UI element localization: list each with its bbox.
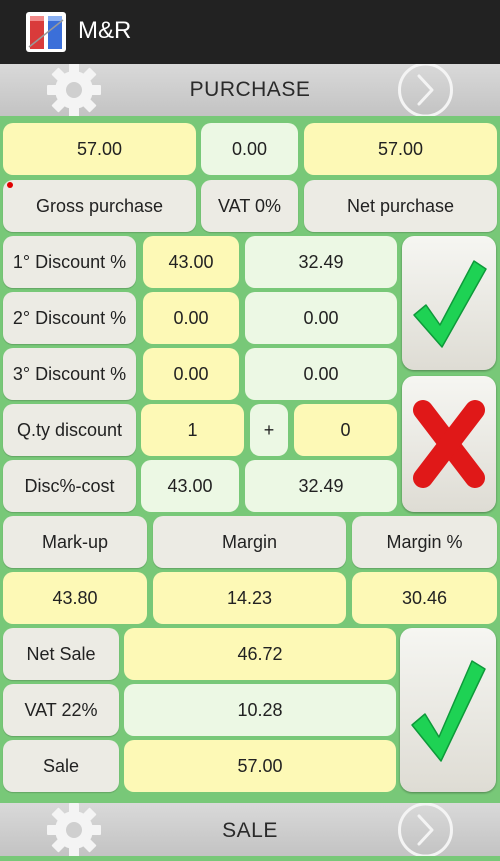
selected-indicator-dot [7, 182, 13, 188]
markup-input[interactable]: 43.80 [3, 572, 147, 624]
confirm-sale-button[interactable] [400, 628, 496, 792]
confirm-discount-button[interactable] [402, 236, 496, 370]
vat-rate-button[interactable]: VAT 0% [201, 180, 298, 232]
discount-2-value: 0.00 [245, 292, 397, 344]
markup-label: Mark-up [41, 531, 108, 552]
gross-purchase-input[interactable]: 57.00 [3, 123, 196, 175]
margin-label: Margin [221, 531, 278, 552]
discount-3-percent-input[interactable]: 0.00 [143, 348, 239, 400]
cross-icon [413, 400, 485, 488]
purchase-vat-value: 0.00 [201, 123, 298, 175]
disc-cost-label[interactable]: Disc%-cost [3, 460, 136, 512]
markup-button[interactable]: Mark-up [3, 516, 147, 568]
sale-label[interactable]: Sale [3, 740, 119, 792]
margin-percent-button[interactable]: Margin % [352, 516, 497, 568]
margin-percent-input[interactable]: 30.46 [352, 572, 497, 624]
discount-1-value: 32.49 [245, 236, 397, 288]
discount-1-label[interactable]: 1° Discount % [3, 236, 136, 288]
app-title: M&R [78, 17, 132, 44]
discount-1-percent-input[interactable]: 43.00 [143, 236, 239, 288]
discount-2-label[interactable]: 2° Discount % [3, 292, 136, 344]
net-purchase-input[interactable]: 57.00 [304, 123, 497, 175]
net-sale-label[interactable]: Net Sale [3, 628, 119, 680]
qty-discount-plus-sign: + [250, 404, 288, 456]
qty-discount-quantity-input[interactable]: 1 [141, 404, 244, 456]
net-purchase-button[interactable]: Net purchase [304, 180, 497, 232]
discount-3-value: 0.00 [245, 348, 397, 400]
cancel-discount-button[interactable] [402, 376, 496, 512]
app-icon [26, 12, 66, 52]
gross-purchase-button[interactable]: Gross purchase [3, 180, 196, 232]
net-purchase-label: Net purchase [346, 195, 455, 216]
margin-percent-label: Margin % [386, 531, 463, 552]
qty-discount-free-input[interactable]: 0 [294, 404, 397, 456]
margin-input[interactable]: 14.23 [153, 572, 346, 624]
title-bar: M&R [0, 0, 500, 64]
sale-header-bar: SALE [0, 802, 500, 858]
discount-3-label[interactable]: 3° Discount % [3, 348, 136, 400]
discount-2-percent-input[interactable]: 0.00 [143, 292, 239, 344]
sale-vat-label[interactable]: VAT 22% [3, 684, 119, 736]
checkmark-icon [411, 660, 486, 762]
net-sale-input[interactable]: 46.72 [124, 628, 396, 680]
chevron-right-icon[interactable] [397, 802, 454, 858]
gross-purchase-label: Gross purchase [35, 195, 164, 216]
chevron-right-icon[interactable] [397, 62, 454, 118]
margin-button[interactable]: Margin [153, 516, 346, 568]
disc-cost-value: 32.49 [245, 460, 397, 512]
qty-discount-label[interactable]: Q.ty discount [3, 404, 136, 456]
sale-input[interactable]: 57.00 [124, 740, 396, 792]
vat-rate-label: VAT 0% [217, 195, 282, 216]
purchase-header-bar: PURCHASE [0, 62, 500, 118]
disc-cost-percent-value: 43.00 [141, 460, 239, 512]
checkmark-icon [413, 260, 487, 348]
sale-vat-value: 10.28 [124, 684, 396, 736]
